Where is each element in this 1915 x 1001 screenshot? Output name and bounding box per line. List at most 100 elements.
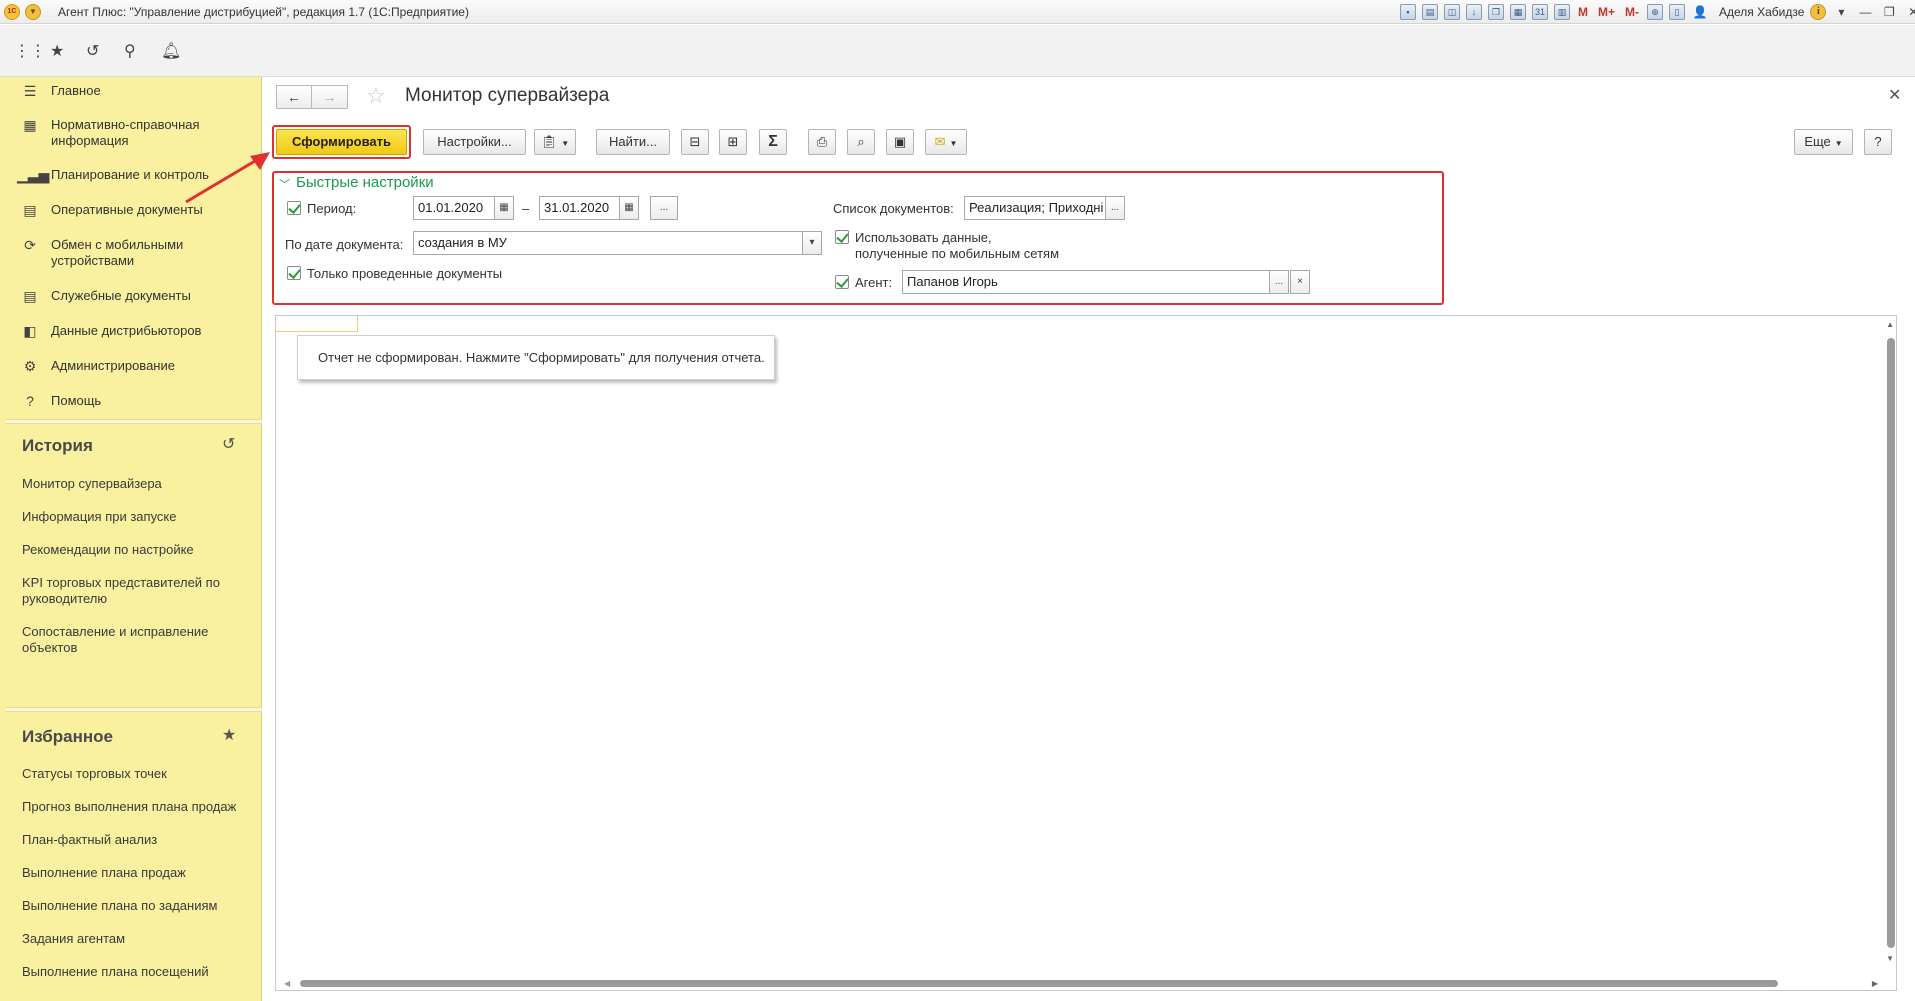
page-title: Монитор супервайзера: [405, 85, 610, 106]
period-dash: –: [522, 201, 530, 216]
annotation-arrow: [185, 152, 270, 204]
app-toolbar: ⋮⋮ ★ ↺ ⚲ 🔔︎: [0, 25, 1915, 77]
forward-button[interactable]: →: [312, 85, 348, 109]
documents-icon: ▤: [23, 288, 37, 304]
bell-icon[interactable]: 🔔︎: [161, 41, 181, 61]
history-icon[interactable]: ↺: [222, 434, 235, 454]
agent-checkbox[interactable]: [835, 275, 849, 289]
history-item[interactable]: Сопоставление и исправление объектов: [22, 624, 247, 656]
help-button[interactable]: ?: [1864, 129, 1892, 155]
settings-button[interactable]: Настройки...: [423, 129, 526, 155]
preview-icon[interactable]: ◫: [1444, 4, 1460, 20]
doc-list-input[interactable]: Реализация; Приходні: [964, 196, 1106, 220]
print-icon[interactable]: ⎙: [808, 129, 836, 155]
sidebar-item-mobile-exchange[interactable]: ⟳ Обмен с мобильными устройствами: [0, 237, 262, 269]
generate-button[interactable]: Сформировать: [276, 129, 407, 155]
restore-button[interactable]: ❐: [1880, 5, 1898, 19]
favorite-item[interactable]: Статусы торговых точек: [22, 766, 247, 782]
sum-icon[interactable]: Σ: [759, 129, 787, 155]
horizontal-scrollbar[interactable]: [300, 980, 1778, 987]
favorites-star-icon[interactable]: ★: [50, 41, 64, 61]
sidebar-item-help[interactable]: ? Помощь: [0, 393, 262, 409]
history-item[interactable]: KPI торговых представителей по руководит…: [22, 575, 247, 607]
chevron-down-icon[interactable]: ﹀: [279, 176, 290, 192]
copy-icon[interactable]: ❐: [1488, 4, 1504, 20]
date-to-input[interactable]: 31.01.2020: [539, 196, 621, 220]
sidebar-item-reference[interactable]: ▦ Нормативно-справочная информация: [0, 117, 262, 149]
panels-icon[interactable]: ▯: [1669, 4, 1686, 20]
period-select-button[interactable]: ...: [650, 196, 678, 220]
zoom-icon[interactable]: ⊕: [1647, 4, 1664, 20]
settings-dropdown-icon[interactable]: ▾: [1832, 5, 1850, 19]
use-mobile-data-checkbox[interactable]: [835, 230, 849, 244]
agent-input[interactable]: Папанов Игорь: [902, 270, 1270, 294]
calendar-icon[interactable]: ▦: [619, 196, 639, 220]
info-icon[interactable]: i: [1810, 4, 1827, 20]
doc-list-select-button[interactable]: ...: [1105, 196, 1125, 220]
memory-mplus-button[interactable]: M+: [1596, 5, 1617, 19]
sidebar-item-distributors[interactable]: ◧ Данные дистрибьюторов: [0, 323, 262, 340]
close-form-icon[interactable]: ✕: [1888, 85, 1901, 105]
agent-select-button[interactable]: ...: [1269, 270, 1289, 294]
spreadsheet-icon[interactable]: ▦: [1510, 4, 1526, 20]
variant-dropdown-button[interactable]: 📋︎ ▼: [534, 129, 576, 155]
agent-clear-button[interactable]: ×: [1290, 270, 1310, 294]
scroll-up-icon[interactable]: ▲: [1886, 320, 1894, 329]
favorite-item[interactable]: План-фактный анализ: [22, 832, 247, 848]
history-item[interactable]: Монитор супервайзера: [22, 476, 247, 492]
favorite-item[interactable]: Выполнение плана продаж: [22, 865, 247, 881]
print-icon[interactable]: ▤: [1422, 4, 1438, 20]
sidebar-item-service-docs[interactable]: ▤ Служебные документы: [0, 288, 262, 305]
more-label: Еще: [1804, 134, 1831, 149]
main-menu-button[interactable]: ▼: [25, 4, 41, 20]
more-button[interactable]: Еще ▼: [1794, 129, 1853, 155]
history-item[interactable]: Рекомендации по настройке: [22, 542, 247, 558]
only-posted-checkbox[interactable]: [287, 266, 301, 280]
favorite-item[interactable]: Прогноз выполнения плана продаж: [22, 799, 247, 815]
table-icon: ▦: [23, 117, 37, 133]
period-checkbox[interactable]: [287, 201, 301, 215]
quick-settings-title[interactable]: Быстрые настройки: [296, 174, 434, 191]
vertical-scrollbar[interactable]: [1887, 338, 1895, 948]
search-icon[interactable]: ⚲: [124, 41, 136, 61]
collapse-groups-icon[interactable]: ⊟: [681, 129, 709, 155]
back-button[interactable]: ←: [276, 85, 312, 109]
calendar-icon[interactable]: 31: [1532, 4, 1548, 20]
save-icon[interactable]: ▣: [886, 129, 914, 155]
report-area[interactable]: Отчет не сформирован. Нажмите "Сформиров…: [275, 315, 1897, 991]
save-icon[interactable]: ▪: [1400, 4, 1416, 20]
app-logo-icon: 1С: [4, 4, 20, 20]
scroll-left-icon[interactable]: ◀: [284, 979, 290, 988]
memory-m-button[interactable]: M: [1576, 5, 1590, 19]
add-favorite-star-icon[interactable]: ☆: [366, 83, 386, 109]
expand-groups-icon[interactable]: ⊞: [719, 129, 747, 155]
history-icon[interactable]: ↺: [86, 41, 99, 61]
favorite-item[interactable]: Выполнение плана по заданиям: [22, 898, 247, 914]
sidebar-item-admin[interactable]: ⚙ Администрирование: [0, 358, 262, 375]
date-from-input[interactable]: 01.01.2020: [413, 196, 495, 220]
current-user[interactable]: Аделя Хабидзе: [1719, 5, 1804, 19]
by-date-select[interactable]: создания в МУ: [413, 231, 803, 255]
close-window-button[interactable]: ✕: [1904, 5, 1915, 19]
scroll-right-icon[interactable]: ▶: [1872, 979, 1878, 988]
find-button[interactable]: Найти...: [596, 129, 670, 155]
sidebar-item-label: Служебные документы: [51, 288, 191, 303]
download-icon[interactable]: ↓: [1466, 4, 1482, 20]
sidebar-item-label: Помощь: [51, 393, 102, 408]
apps-grid-icon[interactable]: ⋮⋮: [14, 41, 46, 61]
favorite-item[interactable]: Задания агентам: [22, 931, 247, 947]
minimize-button[interactable]: —: [1856, 5, 1874, 19]
history-item[interactable]: Информация при запуске: [22, 509, 247, 525]
calculator-icon[interactable]: ▥: [1554, 4, 1570, 20]
calendar-icon[interactable]: ▦: [494, 196, 514, 220]
chevron-down-icon[interactable]: ▾: [802, 231, 822, 255]
scroll-down-icon[interactable]: ▼: [1886, 954, 1894, 963]
favorite-item[interactable]: Выполнение плана посещений: [22, 964, 247, 980]
sidebar-item-main[interactable]: ☰ Главное: [0, 83, 262, 100]
memory-mminus-button[interactable]: M-: [1623, 5, 1641, 19]
sidebar-item-label: Нормативно-справочная информация: [51, 117, 200, 148]
print-preview-icon[interactable]: ⌕: [847, 129, 875, 155]
send-email-button[interactable]: ✉ ▼: [925, 129, 967, 155]
favorites-star-icon[interactable]: ★: [222, 725, 236, 745]
sidebar-item-label: Обмен с мобильными устройствами: [51, 237, 184, 268]
